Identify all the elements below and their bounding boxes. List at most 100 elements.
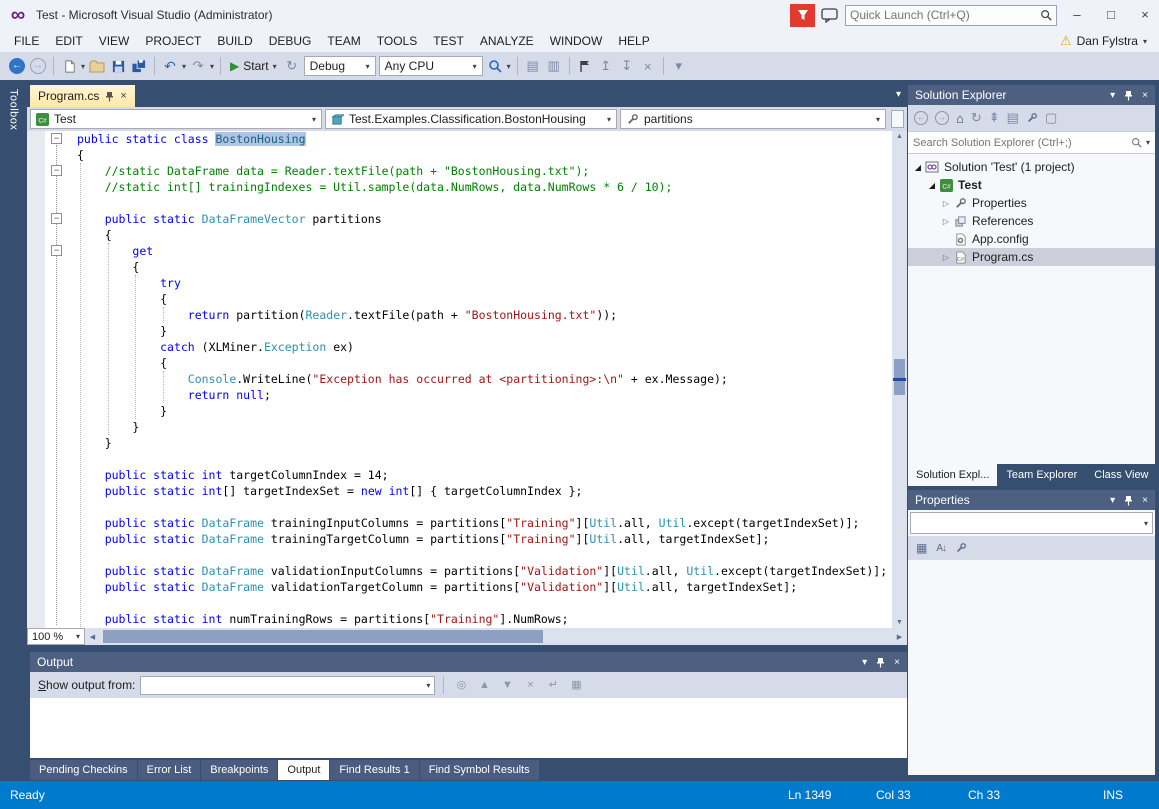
tree-expander-icon[interactable]: ▷ <box>940 199 952 208</box>
bottom-tab-breakpoints[interactable]: Breakpoints <box>201 760 277 780</box>
window-position-dropdown-icon[interactable]: ▾ <box>862 657 867 668</box>
menu-item-tools[interactable]: TOOLS <box>369 30 425 52</box>
menu-item-file[interactable]: FILE <box>6 30 47 52</box>
menu-item-view[interactable]: VIEW <box>91 30 138 52</box>
previous-message-icon[interactable]: ▲ <box>475 677 493 693</box>
tree-item-solution-test-1-project[interactable]: ◢Solution 'Test' (1 project) <box>908 158 1155 176</box>
find-message-icon[interactable]: ◎ <box>452 677 470 693</box>
pin-icon[interactable] <box>1124 495 1133 506</box>
toolbox-tab[interactable]: Toolbox <box>0 85 27 205</box>
output-panel-header[interactable]: Output ▾ × <box>30 652 907 672</box>
next-bookmark-icon[interactable]: ↧ <box>618 56 636 76</box>
feedback-icon[interactable] <box>821 7 839 23</box>
outline-collapse-box[interactable]: − <box>51 133 62 144</box>
code-editor[interactable]: public static class BostonHousing{ //sta… <box>27 131 907 628</box>
clear-bookmarks-icon[interactable]: × <box>639 56 657 76</box>
sync-with-active-document-icon[interactable]: ↻ <box>971 110 982 126</box>
split-editor-handle[interactable] <box>891 110 904 128</box>
close-panel-icon[interactable]: × <box>1142 90 1148 101</box>
panel-tab-solution-expl[interactable]: Solution Expl... <box>908 464 997 486</box>
account-area[interactable]: ⚠ Dan Fylstra ▾ <box>1060 33 1159 49</box>
scroll-right-icon[interactable]: ▶ <box>892 633 907 641</box>
previous-bookmark-icon[interactable]: ↥ <box>597 56 615 76</box>
panel-tab-class-view[interactable]: Class View <box>1086 464 1156 486</box>
close-panel-icon[interactable]: × <box>894 657 900 668</box>
clear-output-icon[interactable]: × <box>521 677 539 693</box>
notification-hub-button[interactable] <box>790 4 815 27</box>
pin-icon[interactable] <box>876 657 885 668</box>
menu-item-team[interactable]: TEAM <box>319 30 368 52</box>
menu-item-help[interactable]: HELP <box>610 30 657 52</box>
properties-grid[interactable] <box>908 560 1155 775</box>
tree-item-test[interactable]: ◢C#Test <box>908 176 1155 194</box>
window-position-dropdown-icon[interactable]: ▾ <box>1110 495 1115 506</box>
pin-icon[interactable] <box>105 91 114 102</box>
tree-expander-icon[interactable]: ◢ <box>912 163 924 172</box>
menu-item-edit[interactable]: EDIT <box>47 30 90 52</box>
start-debugging-button[interactable]: ▶ Start ▾ <box>227 59 280 73</box>
project-dropdown[interactable]: C# Test ▾ <box>30 109 322 129</box>
forward-icon[interactable]: → <box>935 111 949 125</box>
properties-header[interactable]: Properties ▾ × <box>908 490 1155 510</box>
menu-item-build[interactable]: BUILD <box>209 30 260 52</box>
tree-item-properties[interactable]: ▷Properties <box>908 194 1155 212</box>
navigate-backward-icon[interactable]: ← <box>8 56 26 76</box>
tree-item-program-cs[interactable]: ▷C#Program.cs <box>908 248 1155 266</box>
tree-expander-icon[interactable]: ▷ <box>940 217 952 226</box>
solution-explorer-header[interactable]: Solution Explorer ▾ × <box>908 85 1155 105</box>
menu-item-test[interactable]: TEST <box>425 30 472 52</box>
menu-item-project[interactable]: PROJECT <box>137 30 209 52</box>
panel-tab-team-explorer[interactable]: Team Explorer <box>998 464 1085 486</box>
zoom-select[interactable]: 100 % ▾ <box>27 628 85 645</box>
save-all-button[interactable] <box>130 56 148 76</box>
back-icon[interactable]: ← <box>914 111 928 125</box>
menu-item-analyze[interactable]: ANALYZE <box>472 30 542 52</box>
outline-collapse-box[interactable]: − <box>51 213 62 224</box>
vertical-scrollbar-thumb[interactable] <box>894 359 905 395</box>
solution-explorer-icon[interactable]: ▤ <box>524 56 542 76</box>
collapse-all-icon[interactable]: ⇞ <box>989 110 1000 126</box>
solution-explorer-search[interactable]: ▾ <box>908 131 1155 154</box>
redo-button[interactable]: ↷ <box>189 56 207 76</box>
undo-dropdown-icon[interactable]: ▾ <box>182 62 186 71</box>
find-in-files-button[interactable] <box>486 56 504 76</box>
search-options-icon[interactable]: ▾ <box>1146 138 1150 147</box>
bottom-tab-find-results-1[interactable]: Find Results 1 <box>330 760 418 780</box>
scroll-up-icon[interactable]: ▲ <box>892 133 907 140</box>
find-dropdown-icon[interactable]: ▾ <box>507 62 511 71</box>
bottom-tab-find-symbol-results[interactable]: Find Symbol Results <box>420 760 539 780</box>
new-file-button[interactable] <box>60 56 78 76</box>
navigate-forward-icon[interactable]: → <box>29 56 47 76</box>
quick-launch-box[interactable] <box>845 5 1057 26</box>
open-file-button[interactable] <box>88 56 106 76</box>
word-wrap-icon[interactable]: ↵ <box>544 677 562 693</box>
output-content[interactable] <box>30 698 907 758</box>
bottom-tab-output[interactable]: Output <box>278 760 329 780</box>
bottom-tab-pending-checkins[interactable]: Pending Checkins <box>30 760 137 780</box>
alphabetical-icon[interactable]: A↓ <box>936 543 946 554</box>
undo-button[interactable]: ↶ <box>161 56 179 76</box>
categorized-icon[interactable]: ▦ <box>916 541 927 555</box>
scroll-left-icon[interactable]: ◀ <box>85 633 100 641</box>
member-dropdown[interactable]: partitions ▾ <box>620 109 886 129</box>
document-list-dropdown-icon[interactable]: ▾ <box>896 89 901 100</box>
type-dropdown[interactable]: Test.Examples.Classification.BostonHousi… <box>325 109 617 129</box>
horizontal-scrollbar-thumb[interactable] <box>103 630 543 643</box>
toggle-output-icon[interactable]: ▦ <box>567 677 585 693</box>
show-all-files-icon[interactable]: ▤ <box>1007 110 1019 126</box>
toolbar-overflow-icon[interactable]: ▾ <box>670 56 688 76</box>
redo-dropdown-icon[interactable]: ▾ <box>210 62 214 71</box>
property-pages-icon[interactable] <box>955 542 967 554</box>
refresh-icon[interactable]: ↻ <box>283 56 301 76</box>
preview-selected-items-icon[interactable]: ▢ <box>1045 110 1057 126</box>
home-icon[interactable]: ⌂ <box>956 111 964 126</box>
bottom-tab-error-list[interactable]: Error List <box>138 760 201 780</box>
save-button[interactable] <box>109 56 127 76</box>
new-file-dropdown-icon[interactable]: ▾ <box>81 62 85 71</box>
tree-expander-icon[interactable]: ◢ <box>926 181 938 190</box>
horizontal-scrollbar[interactable] <box>100 628 892 645</box>
tree-expander-icon[interactable]: ▷ <box>940 253 952 262</box>
close-panel-icon[interactable]: × <box>1142 495 1148 506</box>
solution-configuration-select[interactable]: Debug ▾ <box>304 56 376 76</box>
pin-icon[interactable] <box>1124 90 1133 101</box>
